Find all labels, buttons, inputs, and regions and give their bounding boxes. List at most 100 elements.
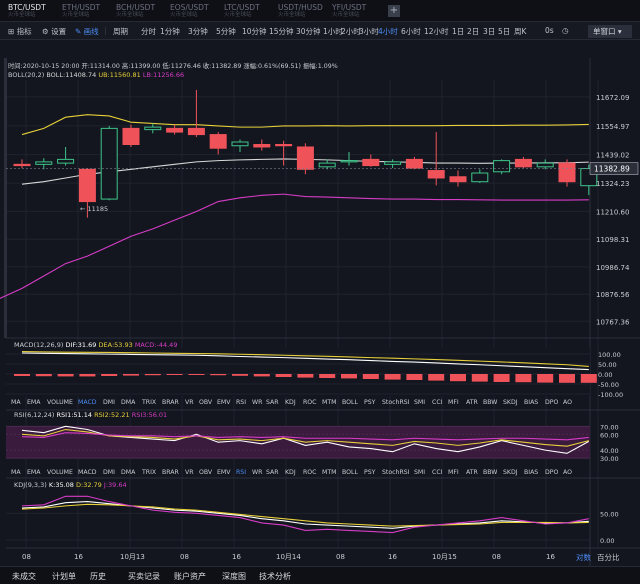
macd-bar — [580, 374, 597, 383]
indicator-option[interactable]: PSY — [364, 399, 375, 406]
indicator-option[interactable]: BIAS — [524, 469, 538, 476]
indicator-option[interactable]: MACD — [78, 399, 97, 406]
indicator-option[interactable]: MTM — [322, 469, 336, 476]
indicator-option[interactable]: EMV — [217, 469, 230, 476]
indicator-option[interactable]: VR — [185, 399, 194, 406]
indicator-option[interactable]: RSI — [236, 469, 246, 476]
bottom-tab-bar: 未成交 计划单 历史 买卖记录 账户资产 深度图 技术分析 — [0, 566, 640, 584]
macd-bar — [493, 374, 510, 382]
bottom-tab[interactable]: 历史 — [90, 571, 106, 582]
macd-bar — [101, 374, 118, 376]
rsi-axis-label: 70.00 — [600, 423, 619, 431]
indicator-option[interactable]: ATR — [466, 469, 478, 476]
indicator-option[interactable]: MFI — [448, 469, 459, 476]
rsi-axis-label: 60.00 — [600, 431, 619, 439]
indicator-option[interactable]: DPO — [545, 469, 558, 476]
indicator-option[interactable]: SAR — [266, 399, 279, 406]
time-axis-label: 16 — [546, 553, 555, 561]
indicator-option[interactable]: BOLL — [342, 469, 358, 476]
indicator-option[interactable]: BBW — [483, 469, 497, 476]
indicator-option[interactable]: DMA — [121, 469, 135, 476]
macd-bar — [275, 374, 292, 377]
rsi3-value: RSI3:56.01 — [131, 411, 168, 419]
indicator-option[interactable]: MA — [11, 399, 21, 406]
indicator-option[interactable]: OBV — [199, 399, 212, 406]
indicator-option[interactable]: MACD — [78, 469, 97, 476]
bottom-tab[interactable]: 技术分析 — [259, 571, 291, 582]
time-axis-label: 08 — [492, 553, 501, 561]
indicator-option[interactable]: VR — [185, 469, 194, 476]
indicator-row-rsi: MA EMA VOLUME MACD DMI DMA TRIX BRAR VR OBV EMV RSI… — [0, 468, 590, 479]
indicator-option[interactable]: StochRSI — [382, 399, 410, 406]
rsi1-value: RSI1:51.14 — [56, 411, 93, 419]
macd-bar — [79, 374, 96, 377]
indicator-option[interactable]: EMV — [217, 399, 230, 406]
kline-chart[interactable]: 11672.09 11554.97 11439.02 11324.23 11210.60… — [0, 0, 640, 584]
log-scale-toggle[interactable]: 对数 — [576, 553, 591, 562]
indicator-option[interactable]: SMI — [414, 469, 425, 476]
indicator-option[interactable]: ROC — [303, 399, 317, 406]
macd-bar — [166, 374, 183, 375]
price-axis-label: 10876.56 — [596, 291, 630, 299]
bottom-tab[interactable]: 深度图 — [222, 571, 246, 582]
indicator-option[interactable]: StochRSI — [382, 469, 410, 476]
indicator-option[interactable]: EMA — [27, 399, 40, 406]
indicator-option[interactable]: DMA — [121, 399, 135, 406]
indicator-option[interactable]: BOLL — [342, 399, 358, 406]
macd-bar — [253, 374, 270, 377]
indicator-option[interactable]: BRAR — [162, 469, 179, 476]
indicator-option[interactable]: EMA — [27, 469, 40, 476]
indicator-option[interactable]: AO — [563, 399, 572, 406]
indicator-option[interactable]: RSI — [236, 399, 246, 406]
indicator-option[interactable]: ROC — [303, 469, 317, 476]
time-axis-label: 10月15 — [432, 553, 457, 561]
macd-bar — [319, 374, 336, 378]
bottom-tab[interactable]: 买卖记录 — [128, 571, 160, 582]
macd-bar — [35, 374, 52, 377]
indicator-option[interactable]: SAR — [266, 469, 279, 476]
indicator-option[interactable]: BIAS — [524, 399, 538, 406]
indicator-option[interactable]: DMI — [103, 469, 115, 476]
chart-grid — [0, 58, 640, 566]
indicator-option[interactable]: WR — [252, 399, 262, 406]
rsi-title: RSI(6,12,24) — [14, 411, 55, 419]
indicator-option[interactable]: KDJ — [285, 399, 296, 406]
indicator-option[interactable]: MA — [11, 469, 21, 476]
boll-title: BOLL(20,2) — [8, 71, 45, 79]
indicator-option[interactable]: MFI — [448, 399, 459, 406]
macd-bar — [537, 374, 554, 383]
indicator-option[interactable]: ATR — [466, 399, 478, 406]
indicator-option[interactable]: KDJ — [285, 469, 296, 476]
indicator-option[interactable]: AO — [563, 469, 572, 476]
indicator-option[interactable]: TRIX — [142, 399, 156, 406]
indicator-option[interactable]: VOLUME — [47, 399, 73, 406]
indicator-option[interactable]: MTM — [322, 399, 336, 406]
indicator-option[interactable]: OBV — [199, 469, 212, 476]
time-axis-label: 16 — [74, 553, 83, 561]
macd-axis-label: -50.00 — [598, 381, 619, 389]
indicator-option[interactable]: BRAR — [162, 399, 179, 406]
indicator-option[interactable]: CCI — [432, 399, 442, 406]
indicator-option[interactable]: DPO — [545, 399, 558, 406]
indicator-option[interactable]: WR — [252, 469, 262, 476]
indicator-option[interactable]: CCI — [432, 469, 442, 476]
indicator-option[interactable]: PSY — [364, 469, 375, 476]
indicator-option[interactable]: DMI — [103, 399, 115, 406]
indicator-option[interactable]: BBW — [483, 399, 497, 406]
candle — [296, 143, 314, 175]
price-axis-label: 10986.74 — [596, 264, 630, 272]
indicator-option[interactable]: SKDJ — [503, 469, 518, 476]
indicator-option[interactable]: SMI — [414, 399, 425, 406]
indicator-option[interactable]: VOLUME — [47, 469, 73, 476]
price-axis-label: 11098.31 — [596, 236, 629, 244]
bottom-tab[interactable]: 计划单 — [52, 571, 76, 582]
macd-axis-label: 0.00 — [598, 371, 612, 379]
macd-bar — [450, 374, 466, 382]
indicator-option[interactable]: SKDJ — [503, 399, 518, 406]
indicator-option[interactable]: TRIX — [142, 469, 156, 476]
bottom-tab[interactable]: 未成交 — [12, 571, 36, 582]
percent-scale-toggle[interactable]: 百分比 — [597, 553, 620, 562]
macd-bar — [559, 374, 575, 383]
bottom-tab[interactable]: 账户资产 — [174, 571, 206, 582]
candle — [100, 125, 118, 201]
